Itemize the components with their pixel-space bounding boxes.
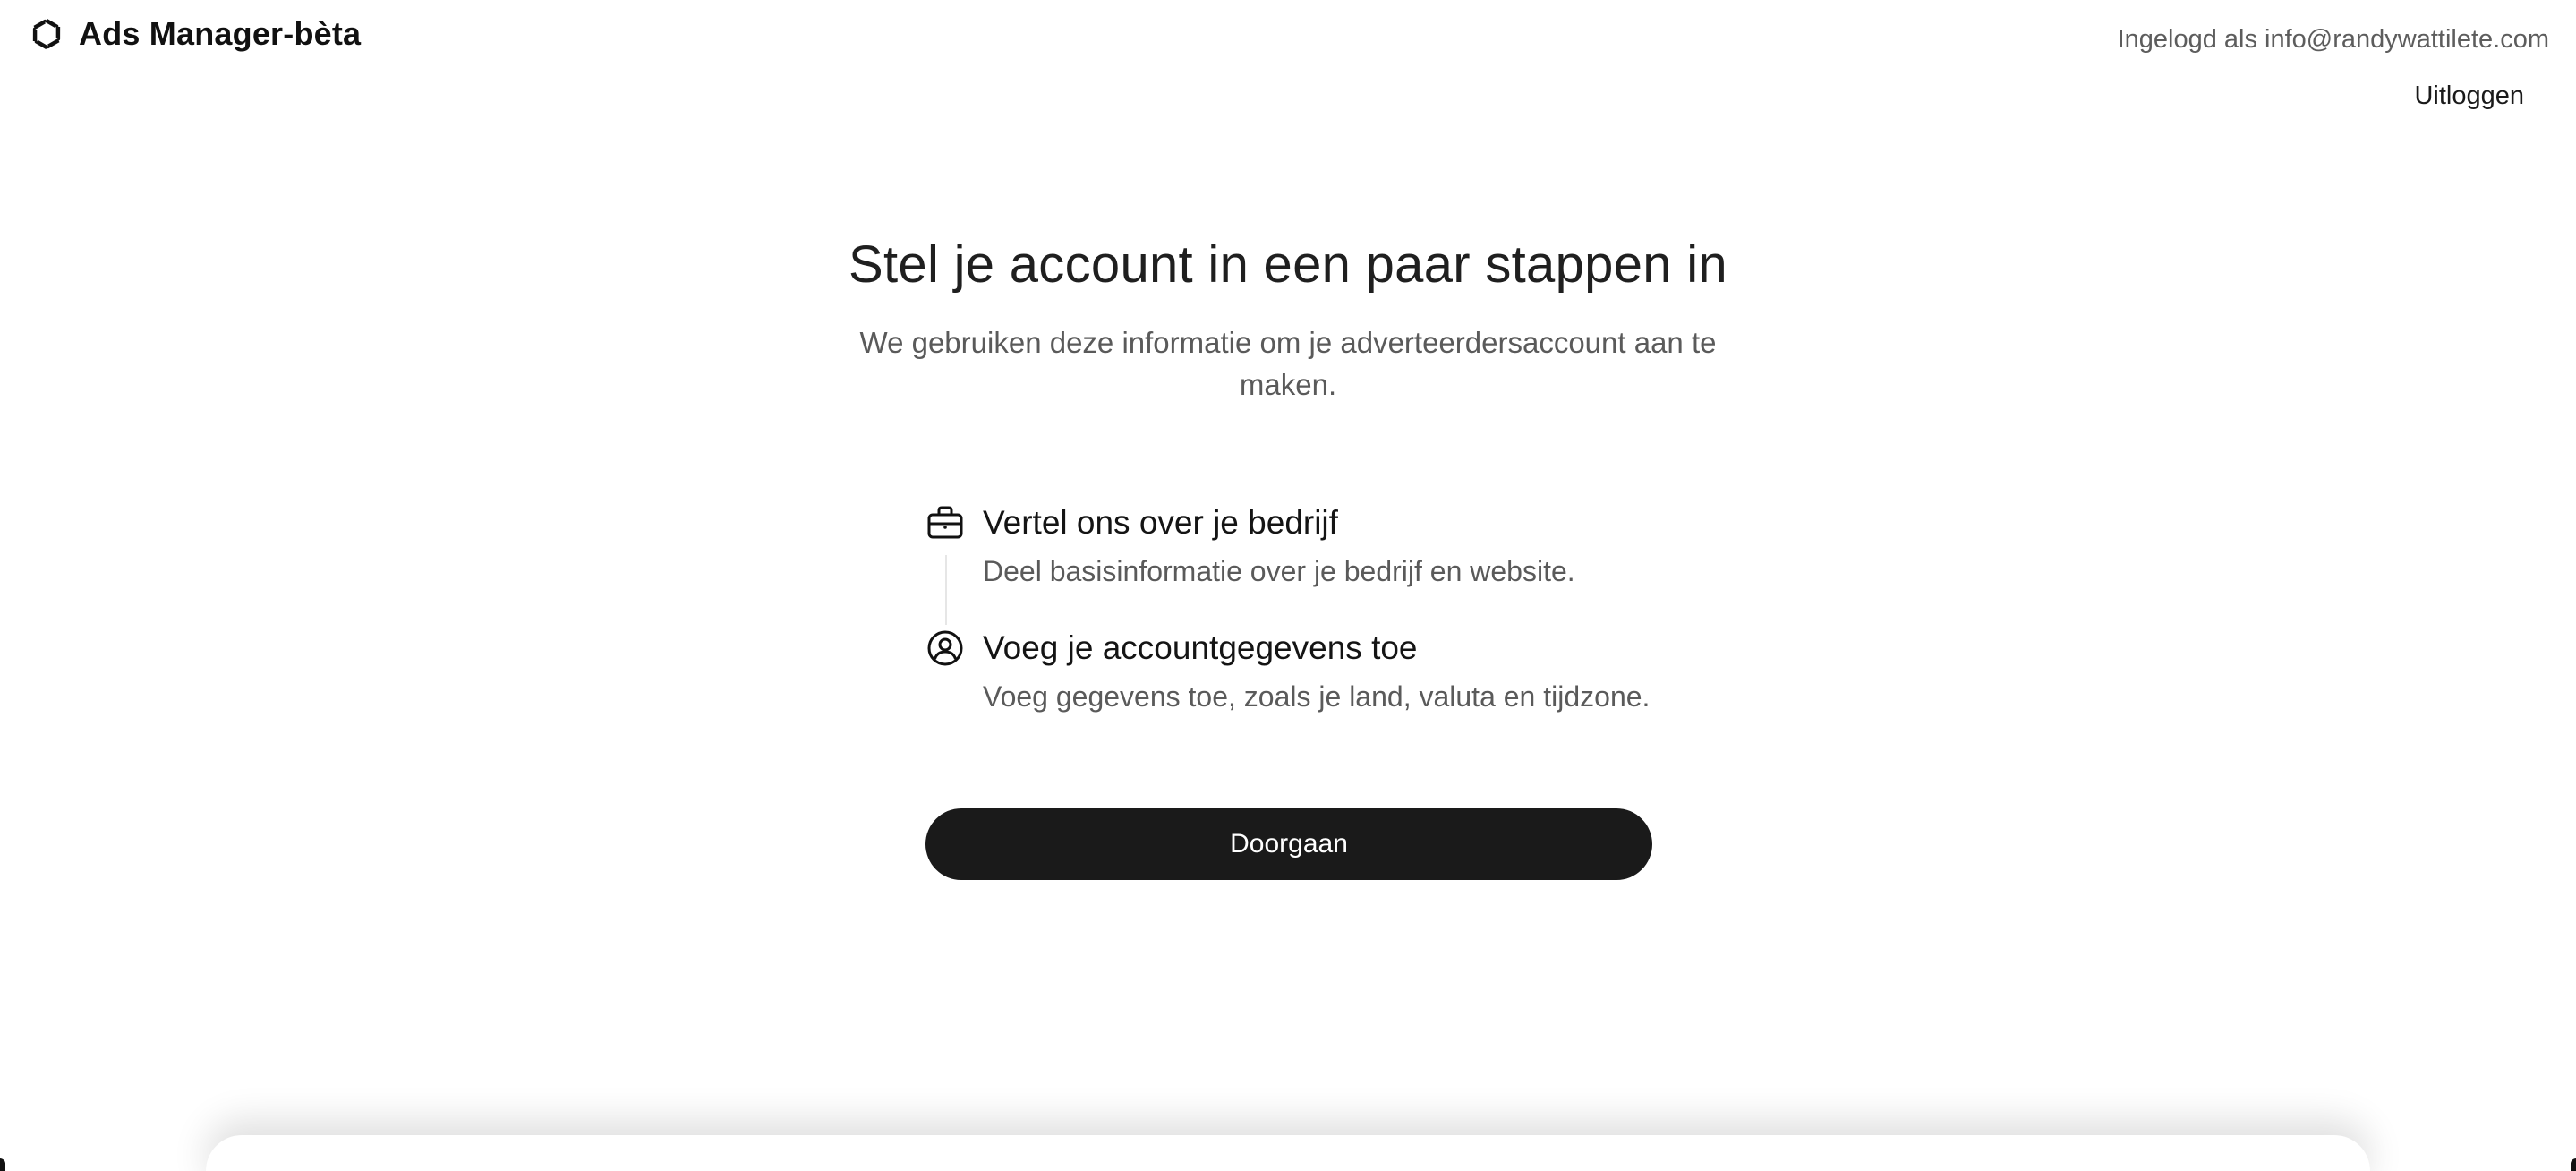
step-item-account: Voeg je accountgegevens toe Voeg gegeven… (925, 627, 1695, 716)
step-desc-business: Deel basisinformatie over je bedrijf en … (983, 555, 1575, 587)
brand[interactable]: Ads Manager-bèta (27, 14, 361, 54)
user-circle-icon (925, 628, 965, 668)
page-subtitle: We gebruiken deze informatie om je adver… (859, 326, 1717, 401)
page-title: Stel je account in een paar stappen in (849, 235, 1727, 294)
logout-link[interactable]: Uitloggen (2414, 81, 2524, 111)
window-corner-right (2571, 1158, 2576, 1171)
account-area: Ingelogd als info@randywattilete.com Uit… (2118, 25, 2549, 111)
openai-logo-icon (27, 14, 66, 54)
briefcase-icon (925, 503, 965, 543)
step-title-business: Vertel ons over je bedrijf (983, 504, 1338, 541)
window-corner-left (0, 1158, 5, 1171)
step-connector-line (945, 555, 947, 625)
setup-intro: Stel je account in een paar stappen in W… (0, 235, 2576, 406)
step-title-account: Voeg je accountgegevens toe (983, 629, 1418, 666)
continue-button[interactable]: Doorgaan (925, 808, 1652, 880)
app-title: Ads Manager-bèta (79, 15, 362, 52)
logged-in-status: Ingelogd als info@randywattilete.com (2117, 25, 2549, 54)
step-desc-account: Voeg gegevens toe, zoals je land, valuta… (983, 680, 1651, 713)
step-item-business: Vertel ons over je bedrijf Deel basisinf… (925, 501, 1695, 625)
steps-list: Vertel ons over je bedrijf Deel basisinf… (925, 501, 1695, 716)
app-window: Ads Manager-bèta Ingelogd als info@randy… (0, 0, 2576, 1171)
bottom-panel-edge (206, 1135, 2370, 1171)
